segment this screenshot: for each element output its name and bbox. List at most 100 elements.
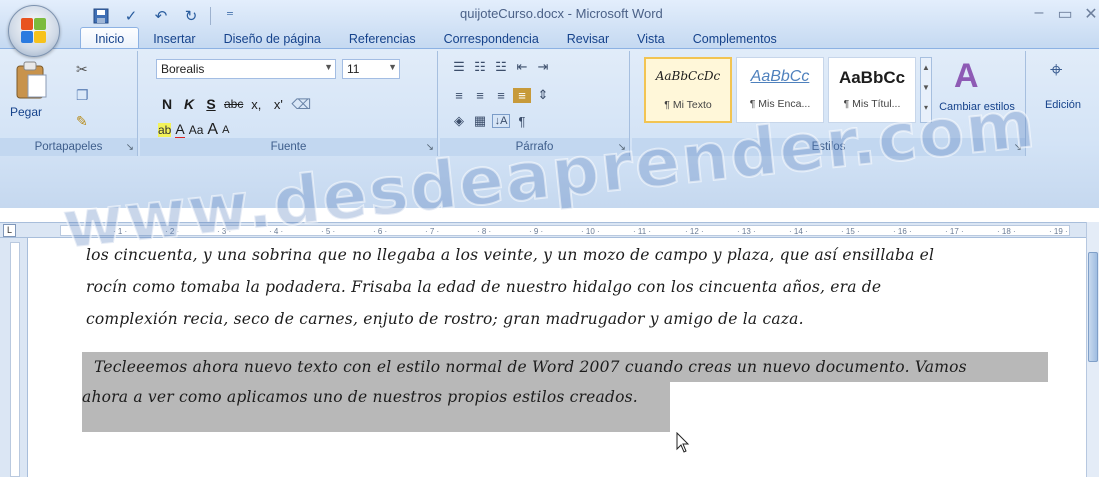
multilevel-list-icon[interactable]: ☳ bbox=[492, 59, 510, 75]
numbering-icon[interactable]: ☷ bbox=[471, 59, 489, 75]
ruler-track[interactable]: · 1 · · 2 · · 3 · · 4 · · 5 · · 6 · · 7 · · 8 ·… bbox=[60, 225, 1070, 236]
copy-icon[interactable]: ❐ bbox=[76, 87, 89, 104]
scrollbar-thumb[interactable] bbox=[1088, 252, 1098, 362]
font-size-value: 11 bbox=[347, 62, 360, 76]
redo-icon[interactable]: ↻ bbox=[180, 6, 202, 26]
tab-referencias[interactable]: Referencias bbox=[335, 29, 430, 49]
style-name: ¶ Mis Títul... bbox=[843, 98, 901, 110]
clear-format-icon[interactable]: ⌫ bbox=[291, 96, 311, 113]
ruler-tick: · 8 · bbox=[477, 227, 492, 236]
ruler-tick: · 18 · bbox=[997, 227, 1016, 236]
show-marks-button[interactable]: ¶ bbox=[513, 114, 531, 129]
font-color-icon[interactable]: A bbox=[175, 121, 185, 140]
font-family-select[interactable]: Borealis ▼ bbox=[156, 59, 336, 79]
group-font: Borealis ▼ 11 ▼ N K S abc x, x' ⌫ ab A A… bbox=[140, 51, 438, 156]
ruler-tick: · 16 · bbox=[893, 227, 912, 236]
ruler-tick: · 3 · bbox=[217, 227, 232, 236]
shrink-font-button[interactable]: A bbox=[222, 124, 229, 136]
quick-access-toolbar: ✓ ↶ ↻ ⁼ bbox=[90, 5, 241, 27]
justify-icon[interactable]: ≡ bbox=[513, 87, 531, 103]
clipboard-launcher-icon[interactable]: ↘ bbox=[126, 142, 134, 153]
style-mi-texto[interactable]: AaBbCcDc ¶ Mi Texto bbox=[644, 57, 732, 123]
tab-vista[interactable]: Vista bbox=[623, 29, 679, 49]
bold-button[interactable]: N bbox=[158, 96, 176, 112]
save-icon[interactable] bbox=[90, 6, 112, 26]
doc-line: rocín como tomaba la podadera. Frisaba l… bbox=[86, 278, 882, 296]
qat-customize-icon[interactable]: ⁼ bbox=[219, 6, 241, 26]
style-mis-encabezados[interactable]: AaBbCc ¶ Mis Enca... bbox=[736, 57, 824, 123]
ruler-tick: · 6 · bbox=[373, 227, 388, 236]
align-left-icon[interactable]: ≡ bbox=[450, 88, 468, 103]
ruler-tick: · 9 · bbox=[529, 227, 544, 236]
styles-scroll[interactable]: ▲ ▼ ▾ bbox=[920, 57, 932, 123]
format-painter-icon[interactable]: ✎ bbox=[76, 113, 88, 130]
italic-button[interactable]: K bbox=[180, 96, 198, 112]
superscript-button[interactable]: x' bbox=[269, 97, 287, 112]
tab-complementos[interactable]: Complementos bbox=[679, 29, 791, 49]
sort-button[interactable]: ↓A bbox=[492, 114, 510, 128]
tab-insertar[interactable]: Insertar bbox=[139, 29, 209, 49]
change-styles-button[interactable]: A Cambiar estilos bbox=[938, 57, 1016, 133]
title-bar: ✓ ↶ ↻ ⁼ quijoteCurso.docx - Microsoft Wo… bbox=[0, 0, 1099, 57]
decrease-indent-icon[interactable]: ⇤ bbox=[513, 59, 531, 75]
paste-button[interactable]: Pegar bbox=[4, 55, 64, 133]
grow-font-button[interactable]: A bbox=[207, 121, 218, 139]
office-button[interactable] bbox=[8, 5, 60, 57]
group-clipboard: Pegar ✂ ❐ ✎ Portapapeles ↘ bbox=[0, 51, 138, 156]
increase-indent-icon[interactable]: ⇥ bbox=[534, 59, 552, 75]
style-mis-titulos[interactable]: AaBbCc ¶ Mis Títul... bbox=[828, 57, 916, 123]
ruler-tick: · 2 · bbox=[165, 227, 180, 236]
tab-correspondencia[interactable]: Correspondencia bbox=[430, 29, 553, 49]
line-spacing-icon[interactable]: ⇕ bbox=[534, 87, 552, 103]
vertical-ruler bbox=[0, 238, 28, 477]
highlight-icon[interactable]: ab bbox=[158, 123, 172, 137]
underline-button[interactable]: S bbox=[202, 96, 220, 112]
cut-icon[interactable]: ✂ bbox=[76, 61, 88, 78]
restore-icon[interactable]: ▭ bbox=[1056, 4, 1074, 24]
paragraph-launcher-icon[interactable]: ↘ bbox=[618, 142, 626, 153]
font-launcher-icon[interactable]: ↘ bbox=[426, 142, 434, 153]
bullets-icon[interactable]: ☰ bbox=[450, 59, 468, 75]
font-size-select[interactable]: 11 ▼ bbox=[342, 59, 400, 79]
tab-revisar[interactable]: Revisar bbox=[553, 29, 623, 49]
binoculars-icon: ⌖ bbox=[1050, 57, 1063, 82]
editing-button[interactable]: ⌖ Edición bbox=[1028, 55, 1098, 135]
chevron-down-icon: ▼ bbox=[324, 62, 333, 72]
change-case-button[interactable]: Aa bbox=[189, 123, 204, 137]
chevron-down-icon: ▼ bbox=[388, 62, 397, 72]
spellcheck-icon[interactable]: ✓ bbox=[120, 6, 142, 26]
ruler-tick: · 7 · bbox=[425, 227, 440, 236]
selected-line: Tecleeemos ahora nuevo texto con el esti… bbox=[94, 358, 967, 376]
ruler-tick: · 4 · bbox=[269, 227, 284, 236]
undo-icon[interactable]: ↶ bbox=[150, 6, 172, 26]
change-styles-label: Cambiar estilos bbox=[939, 101, 1015, 113]
qat-separator bbox=[210, 7, 211, 25]
style-name: ¶ Mi Texto bbox=[664, 99, 712, 111]
ruler-tick: · 14 · bbox=[789, 227, 808, 236]
minimize-icon[interactable]: – bbox=[1030, 4, 1048, 22]
group-label-clipboard: Portapapeles bbox=[0, 138, 137, 156]
align-center-icon[interactable]: ≡ bbox=[471, 88, 489, 103]
ruler-tick: · 5 · bbox=[321, 227, 336, 236]
align-right-icon[interactable]: ≡ bbox=[492, 88, 510, 103]
strikethrough-button[interactable]: abc bbox=[224, 97, 243, 111]
style-name: ¶ Mis Enca... bbox=[749, 98, 811, 110]
close-icon[interactable]: ✕ bbox=[1082, 4, 1099, 24]
shading-icon[interactable]: ◈ bbox=[450, 113, 468, 129]
group-label-paragraph: Párrafo bbox=[440, 138, 629, 156]
list-row: ☰ ☷ ☳ ⇤ ⇥ bbox=[450, 59, 552, 75]
ruler-tick: · 17 · bbox=[945, 227, 964, 236]
tab-selector[interactable]: L bbox=[3, 224, 16, 237]
tab-diseno-pagina[interactable]: Diseño de página bbox=[210, 29, 335, 49]
font-format-row: N K S abc x, x' ⌫ bbox=[158, 93, 311, 115]
change-styles-icon: A bbox=[954, 57, 979, 95]
vertical-scrollbar[interactable] bbox=[1086, 222, 1099, 477]
subscript-button[interactable]: x, bbox=[247, 97, 265, 112]
document-page[interactable]: los cincuenta, y una sobrina que no lleg… bbox=[30, 238, 1086, 477]
tab-inicio[interactable]: Inicio bbox=[80, 27, 140, 49]
styles-launcher-icon[interactable]: ↘ bbox=[1014, 142, 1022, 153]
vertical-ruler-track[interactable] bbox=[10, 242, 20, 477]
ruler-tick: · 10 · bbox=[581, 227, 600, 236]
borders-icon[interactable]: ▦ bbox=[471, 113, 489, 129]
horizontal-ruler: L · 1 · · 2 · · 3 · · 4 · · 5 · · 6 · · 7 · · 8… bbox=[0, 222, 1099, 238]
